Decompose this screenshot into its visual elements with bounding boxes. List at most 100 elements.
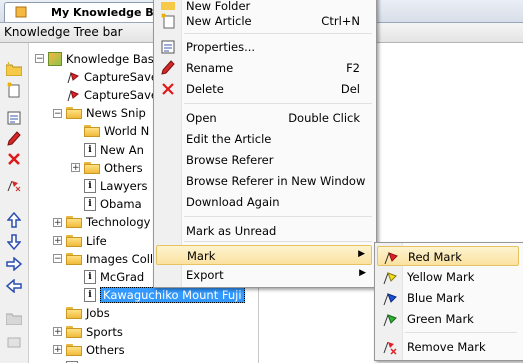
knowledge-base-icon bbox=[15, 6, 27, 18]
expand-icon[interactable]: + bbox=[71, 163, 80, 173]
tree-folder[interactable]: Jobs bbox=[53, 305, 110, 322]
submenu-arrow-icon: ▶ bbox=[359, 268, 366, 278]
menu-delete[interactable]: Delete Del bbox=[156, 79, 372, 99]
submenu-yellow-mark[interactable]: Yellow Mark bbox=[377, 267, 519, 287]
rename-icon bbox=[160, 60, 176, 76]
new-article-icon[interactable] bbox=[5, 81, 23, 99]
menu-browse-referer-new-window[interactable]: Browse Referer in New Window bbox=[156, 171, 372, 191]
menu-open[interactable]: Open Double Click bbox=[156, 108, 372, 128]
tree-item-label: CaptureSave bbox=[84, 69, 158, 84]
folder-icon bbox=[66, 107, 82, 120]
submenu-red-mark[interactable]: Red Mark bbox=[377, 246, 519, 266]
new-folder-icon[interactable] bbox=[5, 60, 23, 78]
menu-rename[interactable]: Rename F2 bbox=[156, 58, 372, 78]
blue-flag-icon bbox=[382, 290, 398, 306]
tree-item-label: Jobs bbox=[86, 306, 110, 321]
context-menu: New Folder New Article Ctrl+N Properties… bbox=[153, 0, 377, 288]
mark-submenu: Red Mark Yellow Mark Blue Mark Green Mar… bbox=[374, 242, 523, 361]
disabled-move-icon bbox=[5, 333, 23, 351]
new-article-icon bbox=[160, 13, 176, 29]
green-flag-icon bbox=[382, 311, 398, 327]
tree-folder[interactable]: + Life bbox=[53, 232, 107, 249]
red-flag-icon bbox=[67, 71, 79, 83]
tree-item-label: News Snip bbox=[86, 106, 146, 121]
disabled-folder-icon bbox=[5, 309, 23, 327]
article-icon: i bbox=[84, 197, 96, 212]
mark-icon[interactable] bbox=[5, 176, 23, 194]
properties-icon bbox=[160, 39, 176, 55]
tree-article[interactable]: iNew Article bbox=[53, 359, 148, 363]
tree-article[interactable]: i Kawaguchiko Mount Fuji bbox=[71, 287, 245, 304]
collapse-icon[interactable]: − bbox=[53, 108, 62, 118]
expand-icon[interactable]: + bbox=[53, 236, 62, 246]
tree-item-label: CaptureSave bbox=[84, 87, 158, 102]
red-flag-icon bbox=[383, 249, 399, 265]
menu-mark-as-unread[interactable]: Mark as Unread bbox=[156, 221, 372, 241]
tree-item-label: Lawyers bbox=[100, 178, 148, 193]
menu-download-again[interactable]: Download Again bbox=[156, 192, 372, 212]
tree-folder[interactable]: World N bbox=[71, 123, 149, 140]
tree-article[interactable]: i Obama bbox=[71, 196, 142, 213]
menu-export[interactable]: Export ▶ bbox=[156, 265, 372, 285]
expand-icon[interactable]: + bbox=[53, 327, 62, 337]
submenu-remove-mark[interactable]: Remove Mark bbox=[377, 337, 519, 357]
folder-icon bbox=[66, 216, 82, 229]
menu-new-article[interactable]: New Article Ctrl+N bbox=[156, 11, 372, 31]
knowledge-base-icon bbox=[48, 51, 62, 66]
folder-icon bbox=[66, 325, 82, 338]
folder-icon bbox=[66, 234, 82, 247]
menu-edit-article[interactable]: Edit the Article bbox=[156, 129, 372, 149]
tree-article[interactable]: CaptureSave bbox=[53, 68, 158, 85]
folder-icon bbox=[84, 161, 100, 174]
article-icon: i bbox=[84, 288, 96, 303]
expand-icon[interactable]: + bbox=[53, 217, 62, 227]
tree-item-label: Kawaguchiko Mount Fuji bbox=[100, 287, 245, 304]
move-down-icon[interactable] bbox=[5, 233, 23, 251]
tree-folder[interactable]: − News Snip bbox=[53, 105, 146, 122]
rename-icon[interactable] bbox=[5, 130, 23, 148]
submenu-arrow-icon: ▶ bbox=[358, 249, 365, 259]
tree-item-label: Images Coll bbox=[86, 251, 154, 266]
move-left-icon[interactable] bbox=[5, 277, 23, 295]
tree-article[interactable]: i New An bbox=[71, 141, 144, 158]
menu-browse-referer[interactable]: Browse Referer bbox=[156, 150, 372, 170]
red-flag-icon bbox=[67, 90, 79, 102]
properties-icon[interactable] bbox=[5, 109, 23, 127]
tree-item-label: Others bbox=[86, 342, 125, 357]
tree-item-label: Life bbox=[86, 233, 107, 248]
tree-root[interactable]: − Knowledge Base bbox=[35, 50, 161, 67]
tree-article[interactable]: i McGrad bbox=[71, 268, 144, 285]
delete-icon bbox=[160, 81, 176, 97]
menu-mark[interactable]: Mark ▶ bbox=[156, 245, 372, 265]
collapse-icon[interactable]: − bbox=[53, 254, 62, 264]
folder-icon bbox=[66, 252, 82, 265]
tree-item-label: Technology bbox=[86, 215, 151, 230]
move-right-icon[interactable] bbox=[5, 255, 23, 273]
collapse-icon[interactable]: − bbox=[35, 54, 44, 64]
tree-article[interactable]: i Lawyers bbox=[71, 177, 147, 194]
submenu-green-mark[interactable]: Green Mark bbox=[377, 309, 519, 329]
tree-item-label: Others bbox=[104, 160, 143, 175]
folder-icon bbox=[84, 125, 100, 138]
tree-article[interactable]: CaptureSave bbox=[53, 86, 158, 103]
tree-folder[interactable]: + Sports bbox=[53, 323, 123, 340]
folder-icon bbox=[66, 307, 82, 320]
tree-toolbar bbox=[0, 43, 29, 363]
remove-mark-icon bbox=[382, 339, 398, 355]
tree-item-label: New An bbox=[100, 142, 144, 157]
tree-folder[interactable]: + Others bbox=[71, 159, 143, 176]
tree-folder[interactable]: + Technology bbox=[53, 214, 150, 231]
tree-item-label: Obama bbox=[100, 197, 142, 212]
submenu-blue-mark[interactable]: Blue Mark bbox=[377, 288, 519, 308]
tree-folder[interactable]: − Images Coll bbox=[53, 250, 153, 267]
article-icon: i bbox=[84, 269, 96, 284]
article-icon: i bbox=[84, 178, 96, 193]
tree-folder[interactable]: + Others bbox=[53, 341, 125, 358]
expand-icon[interactable]: + bbox=[53, 345, 62, 355]
move-up-icon[interactable] bbox=[5, 211, 23, 229]
tree-item-label: McGrad bbox=[100, 269, 145, 284]
delete-icon[interactable] bbox=[5, 150, 23, 168]
menu-properties[interactable]: Properties... bbox=[156, 37, 372, 57]
tree-item-label: Sports bbox=[86, 324, 123, 339]
article-icon: i bbox=[84, 142, 96, 157]
